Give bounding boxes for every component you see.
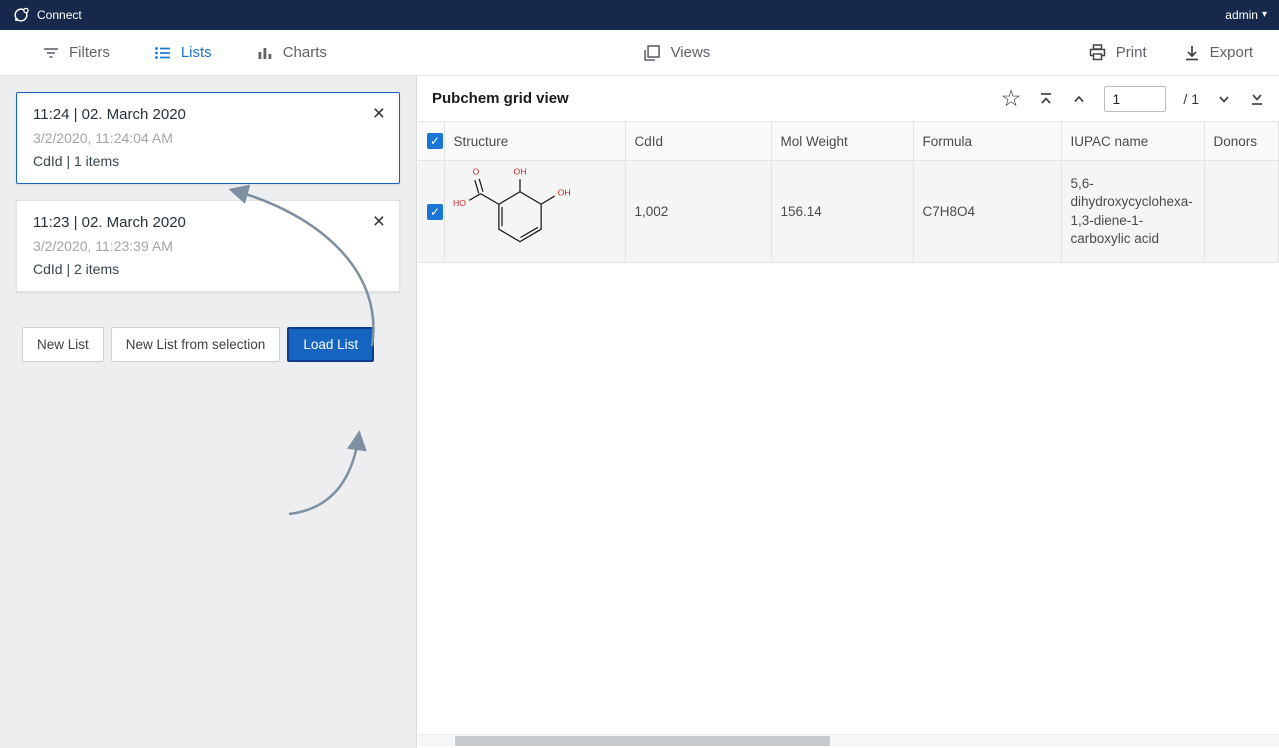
mol-weight-cell: 156.14	[771, 161, 913, 263]
export-label: Export	[1210, 44, 1253, 61]
brand-label: Connect	[37, 8, 82, 22]
page-number-input[interactable]	[1104, 86, 1166, 112]
views-label: Views	[671, 44, 711, 61]
tab-filters-label: Filters	[69, 44, 110, 61]
bar-chart-icon	[256, 44, 274, 62]
next-page-icon[interactable]	[1216, 91, 1232, 107]
column-header-mol-weight[interactable]: Mol Weight	[771, 122, 913, 161]
list-meta: CdId | 1 items	[33, 153, 383, 169]
new-list-button[interactable]: New List	[22, 327, 104, 362]
results-table: ✓ Structure CdId Mol Weight Formula IUPA…	[418, 121, 1279, 263]
list-title: 11:23 | 02. March 2020	[33, 214, 383, 231]
list-timestamp: 3/2/2020, 11:23:39 AM	[33, 238, 383, 254]
user-name: admin	[1225, 8, 1258, 22]
list-item[interactable]: 11:24 | 02. March 2020 3/2/2020, 11:24:0…	[16, 92, 400, 184]
first-page-icon[interactable]	[1038, 91, 1054, 107]
app-window: Connect admin ▾ Filters	[0, 0, 1279, 748]
close-icon[interactable]: ×	[373, 103, 385, 124]
tab-lists[interactable]: Lists	[154, 44, 212, 62]
row-checkbox-cell: ✓	[418, 161, 444, 263]
table-row[interactable]: ✓	[418, 161, 1279, 263]
printer-icon	[1088, 43, 1107, 62]
svg-text:O: O	[472, 166, 479, 176]
toolbar-left-group: Filters Lists	[0, 44, 327, 62]
column-header-formula[interactable]: Formula	[913, 122, 1061, 161]
table-header-row: ✓ Structure CdId Mol Weight Formula IUPA…	[418, 122, 1279, 161]
favorite-star-icon[interactable]: ☆	[1001, 85, 1022, 112]
list-item[interactable]: 11:23 | 02. March 2020 3/2/2020, 11:23:3…	[16, 200, 400, 292]
grid-header: Pubchem grid view ☆ / 1	[418, 76, 1279, 121]
last-page-icon[interactable]	[1249, 91, 1265, 107]
horizontal-scrollbar[interactable]	[418, 734, 1279, 746]
svg-text:OH: OH	[513, 166, 526, 176]
formula-cell: C7H8O4	[913, 161, 1061, 263]
toolbar-center-group: Views	[642, 43, 711, 63]
export-button[interactable]: Export	[1183, 44, 1253, 62]
column-header-cdid[interactable]: CdId	[625, 122, 771, 161]
select-all-checkbox[interactable]: ✓	[427, 133, 443, 149]
grid-panel: Pubchem grid view ☆ / 1	[418, 76, 1279, 748]
list-actions: New List New List from selection Load Li…	[22, 327, 416, 362]
row-checkbox[interactable]: ✓	[427, 204, 443, 220]
user-menu[interactable]: admin ▾	[1225, 8, 1267, 22]
tab-lists-label: Lists	[181, 44, 212, 61]
grid-controls: ☆ / 1	[1001, 85, 1265, 112]
structure-cell: O HO OH OH	[444, 161, 625, 263]
load-list-button[interactable]: Load List	[287, 327, 374, 362]
donors-cell	[1204, 161, 1279, 263]
top-bar: Connect admin ▾	[0, 0, 1279, 30]
list-title: 11:24 | 02. March 2020	[33, 106, 383, 123]
iupac-name-cell: 5,6-dihydroxycyclohexa-1,3-diene-1-carbo…	[1061, 161, 1204, 263]
chevron-down-icon: ▾	[1262, 10, 1267, 20]
svg-text:HO: HO	[453, 198, 466, 208]
tab-charts-label: Charts	[283, 44, 327, 61]
filter-icon	[42, 44, 60, 62]
column-header-iupac-name[interactable]: IUPAC name	[1061, 122, 1204, 161]
list-timestamp: 3/2/2020, 11:24:04 AM	[33, 130, 383, 146]
views-icon	[642, 43, 662, 63]
list-icon	[154, 44, 172, 62]
main-toolbar: Filters Lists	[0, 30, 1279, 76]
logo-icon	[12, 6, 30, 24]
toolbar-right-group: Print Export	[1088, 43, 1279, 62]
scrollbar-thumb[interactable]	[455, 736, 830, 746]
page-total-label: / 1	[1183, 91, 1199, 107]
tab-filters[interactable]: Filters	[42, 44, 110, 62]
close-icon[interactable]: ×	[373, 211, 385, 232]
grid-title: Pubchem grid view	[432, 90, 569, 107]
download-icon	[1183, 44, 1201, 62]
lists-panel: 11:24 | 02. March 2020 3/2/2020, 11:24:0…	[0, 76, 417, 748]
column-header-structure[interactable]: Structure	[444, 122, 625, 161]
views-button[interactable]: Views	[642, 43, 711, 63]
previous-page-icon[interactable]	[1071, 91, 1087, 107]
print-label: Print	[1116, 44, 1147, 61]
new-list-from-selection-button[interactable]: New List from selection	[111, 327, 281, 362]
tab-charts[interactable]: Charts	[256, 44, 327, 62]
print-button[interactable]: Print	[1088, 43, 1147, 62]
brand[interactable]: Connect	[12, 6, 82, 24]
header-checkbox-cell: ✓	[418, 122, 444, 161]
molecule-structure-image: O HO OH OH	[445, 247, 595, 262]
column-header-donors[interactable]: Donors	[1204, 122, 1279, 161]
list-meta: CdId | 2 items	[33, 261, 383, 277]
svg-text:OH: OH	[557, 188, 570, 198]
cdid-cell: 1,002	[625, 161, 771, 263]
